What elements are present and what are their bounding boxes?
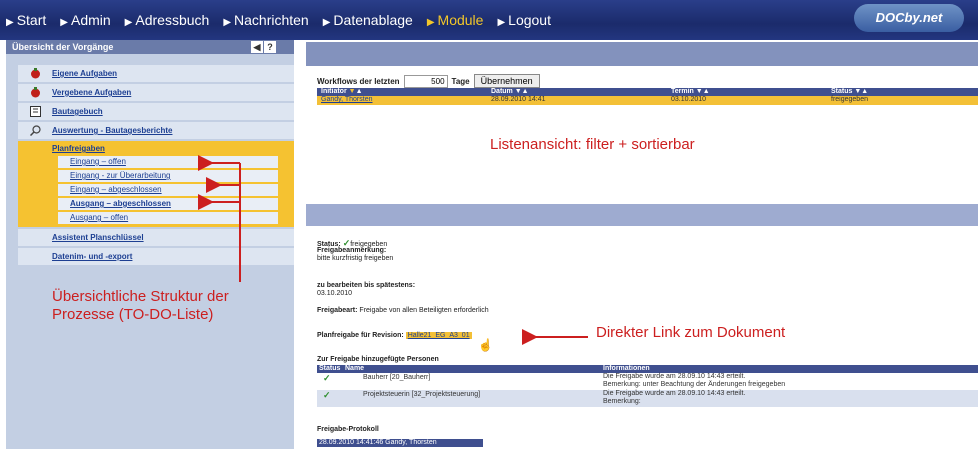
col-termin[interactable]: Termin ▼▲ [671, 88, 710, 96]
nav-adressbuch[interactable]: ▶ Adressbuch [125, 12, 210, 28]
triangle-right-icon: ▶ [124, 17, 133, 28]
sort-icon[interactable]: ▼▲ [854, 88, 868, 95]
main-panel: Workflows der letzten Tage Übernehmen In… [306, 40, 978, 449]
cell-datum: 28.09.2010 14:41 [491, 96, 546, 103]
logo: DOCby.net [854, 4, 964, 32]
col-status[interactable]: Status ▼▲ [831, 88, 868, 96]
red-task-icon [30, 68, 41, 79]
col-initiator[interactable]: Initiator ▼▲ [321, 88, 363, 96]
person-name: Bauherr [20_Bauherr] [363, 374, 431, 381]
sidebar-title: Übersicht der Vorgänge [12, 42, 114, 52]
sidebar-item-datenimport[interactable]: Datenim- und -export [18, 248, 294, 265]
revision-line: Planfreigabe für Revision: Halle21_EG_A3… [317, 332, 472, 339]
sidebar-header-buttons: ◀ ? [251, 41, 276, 53]
triangle-right-icon: ▶ [426, 17, 435, 28]
sidebar-item-vergebene-aufgaben[interactable]: Vergebene Aufgaben [18, 84, 294, 101]
cell-status: freigegeben [831, 96, 868, 103]
table-header: Initiator ▼▲ Datum ▼▲ Termin ▼▲ Status ▼… [317, 88, 978, 96]
sidebar-item-auswertung[interactable]: Auswertung - Bautagesberichte [18, 122, 294, 139]
filter-label: Workflows der letzten [317, 76, 400, 86]
red-task-icon [30, 87, 41, 98]
sort-icon[interactable]: ▲ [356, 88, 363, 95]
sidebar-menu: Eigene Aufgaben Vergebene Aufgaben Bauta… [18, 65, 294, 267]
sort-icon[interactable]: ▼ [349, 88, 356, 95]
sort-icon[interactable]: ▼▲ [515, 88, 529, 95]
sort-icon[interactable]: ▼▲ [696, 88, 710, 95]
type-line: Freigabeart: Freigabe von allen Beteilig… [317, 307, 489, 314]
remark-value: bitte kurzfristig freigeben [317, 255, 394, 262]
sub-item-ausgang-abgeschlossen[interactable]: Ausgang – abgeschlossen [58, 198, 278, 210]
sidebar-item-bautagebuch[interactable]: Bautagebuch [18, 103, 294, 120]
filter-row: Workflows der letzten Tage Übernehmen [317, 74, 540, 88]
person-info-2: Bemerkung: unter Beachtung der Änderunge… [603, 381, 786, 388]
persons-col-status: Status [319, 365, 341, 372]
days-input[interactable] [403, 74, 448, 88]
person-info-2: Bemerkung: [603, 398, 641, 405]
check-icon: ✓ [323, 390, 331, 400]
nav-module[interactable]: ▶ Module [427, 12, 484, 28]
sub-item-ausgang-offen[interactable]: Ausgang – offen [58, 212, 278, 224]
annotation-list: Listenansicht: filter + sortierbar [490, 136, 695, 153]
revision-link[interactable]: Halle21_EG_A3_01 [405, 332, 472, 339]
nav-logout[interactable]: ▶ Logout [497, 12, 551, 28]
triangle-right-icon: ▶ [223, 17, 232, 28]
cell-termin: 03.10.2010 [671, 96, 707, 103]
person-info-1: Die Freigabe wurde am 28.09.10 14:43 ert… [603, 373, 746, 380]
apply-button[interactable]: Übernehmen [473, 74, 540, 88]
middle-band [306, 204, 978, 226]
hand-cursor-icon: ☝ [478, 338, 493, 352]
person-info-1: Die Freigabe wurde am 28.09.10 14:43 ert… [603, 390, 746, 397]
triangle-right-icon: ▶ [60, 17, 68, 28]
deadline-value: 03.10.2010 [317, 290, 353, 297]
sub-item-eingang-offen[interactable]: Eingang – offen [58, 156, 278, 168]
book-icon [30, 106, 41, 117]
protocol-label: Freigabe-Protokoll [317, 426, 379, 433]
collapse-button[interactable]: ◀ [251, 41, 263, 53]
person-name: Projektsteuerin [32_Projektsteuerung] [363, 391, 481, 398]
triangle-right-icon: ▶ [322, 17, 331, 28]
triangle-right-icon: ▶ [497, 17, 506, 28]
sidebar-item-eigene-aufgaben[interactable]: Eigene Aufgaben [18, 65, 294, 82]
annotation-structure-line1: Übersichtliche Struktur der [52, 288, 229, 305]
magnifier-icon [29, 125, 41, 137]
triangle-right-icon: ▶ [6, 17, 14, 28]
table-row[interactable]: Gandy, Thorsten 28.09.2010 14:41 03.10.2… [317, 96, 978, 105]
table-row: ✓ Projektsteuerin [32_Projektsteuerung] … [317, 390, 978, 407]
check-icon: ✓ [323, 373, 331, 383]
remark-label: Freigabeanmerkung: [317, 247, 387, 254]
sub-item-eingang-abgeschlossen[interactable]: Eingang – abgeschlossen [58, 184, 278, 196]
annotation-structure-line2: Prozesse (TO-DO-Liste) [52, 306, 214, 323]
top-nav-bar: ▶ Start ▶ Admin ▶ Adressbuch ▶ Nachrichten ▶… [0, 0, 978, 40]
persons-col-info: Informationen [603, 365, 650, 372]
deadline-label: zu bearbeiten bis spätestens: [317, 282, 416, 289]
protocol-entry: 28.09.2010 14:41:46 Gandy, Thorsten [317, 439, 483, 447]
filter-unit: Tage [451, 76, 470, 86]
sidebar: Übersicht der Vorgänge ◀ ? Eigene Aufgab… [6, 40, 294, 449]
persons-title: Zur Freigabe hinzugefügte Personen [317, 356, 439, 363]
sidebar-header: Übersicht der Vorgänge ◀ ? [6, 40, 294, 54]
sidebar-item-assistent-planschluessel[interactable]: Assistent Planschlüssel [18, 229, 294, 246]
sidebar-section-planfreigaben: Planfreigaben Eingang – offen Eingang - … [18, 141, 294, 227]
persons-table-header: Status Name Informationen [317, 365, 978, 373]
main-nav: ▶ Start ▶ Admin ▶ Adressbuch ▶ Nachrichten ▶… [6, 12, 551, 28]
nav-start[interactable]: ▶ Start [6, 12, 46, 28]
col-datum[interactable]: Datum ▼▲ [491, 88, 529, 96]
help-button[interactable]: ? [264, 41, 276, 53]
cell-initiator[interactable]: Gandy, Thorsten [321, 96, 373, 104]
sidebar-item-planfreigaben[interactable]: Planfreigaben [52, 144, 105, 153]
sub-item-eingang-ueberarbeitung[interactable]: Eingang - zur Überarbeitung [58, 170, 278, 182]
top-band [306, 42, 978, 66]
annotation-link: Direkter Link zum Dokument [596, 324, 786, 341]
nav-datenablage[interactable]: ▶ Datenablage [323, 12, 413, 28]
persons-col-name: Name [345, 365, 365, 372]
table-row: ✓ Bauherr [20_Bauherr] Die Freigabe wurd… [317, 373, 978, 390]
nav-nachrichten[interactable]: ▶ Nachrichten [223, 12, 308, 28]
nav-admin[interactable]: ▶ Admin [60, 12, 110, 28]
